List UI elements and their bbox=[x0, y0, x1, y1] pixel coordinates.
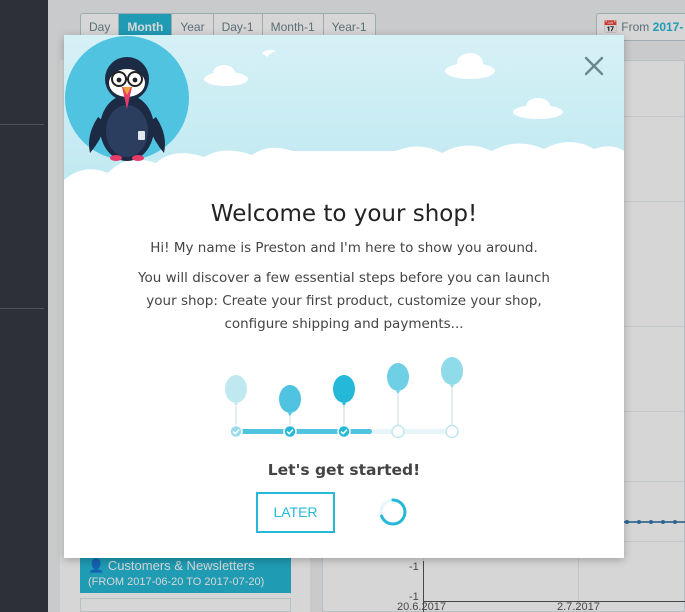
modal-header-sky bbox=[64, 35, 624, 195]
close-icon bbox=[584, 56, 604, 76]
modal-intro: Hi! My name is Preston and I'm here to s… bbox=[150, 240, 538, 256]
modal-description: You will discover a few essential steps … bbox=[138, 270, 550, 332]
onboarding-steps bbox=[225, 357, 463, 439]
welcome-modal: Welcome to your shop! Hi! My name is Pre… bbox=[64, 35, 624, 558]
step-marker-pending bbox=[445, 424, 459, 439]
balloon-step-4 bbox=[387, 363, 409, 394]
balloon-step-3 bbox=[333, 375, 355, 406]
close-modal-button[interactable] bbox=[580, 52, 608, 80]
step-marker-done bbox=[229, 424, 243, 439]
step-marker-done bbox=[337, 424, 351, 439]
later-button[interactable]: LATER bbox=[256, 492, 335, 533]
balloon-step-2 bbox=[279, 385, 301, 416]
preston-avatar bbox=[65, 36, 189, 161]
balloon-step-1 bbox=[225, 375, 247, 406]
step-marker-pending bbox=[391, 424, 405, 439]
modal-title: Welcome to your shop! bbox=[210, 201, 478, 227]
step-marker-done bbox=[283, 424, 297, 439]
spinner-icon bbox=[379, 498, 407, 526]
balloon-step-5 bbox=[441, 357, 463, 388]
get-started-heading: Let's get started! bbox=[267, 461, 421, 479]
